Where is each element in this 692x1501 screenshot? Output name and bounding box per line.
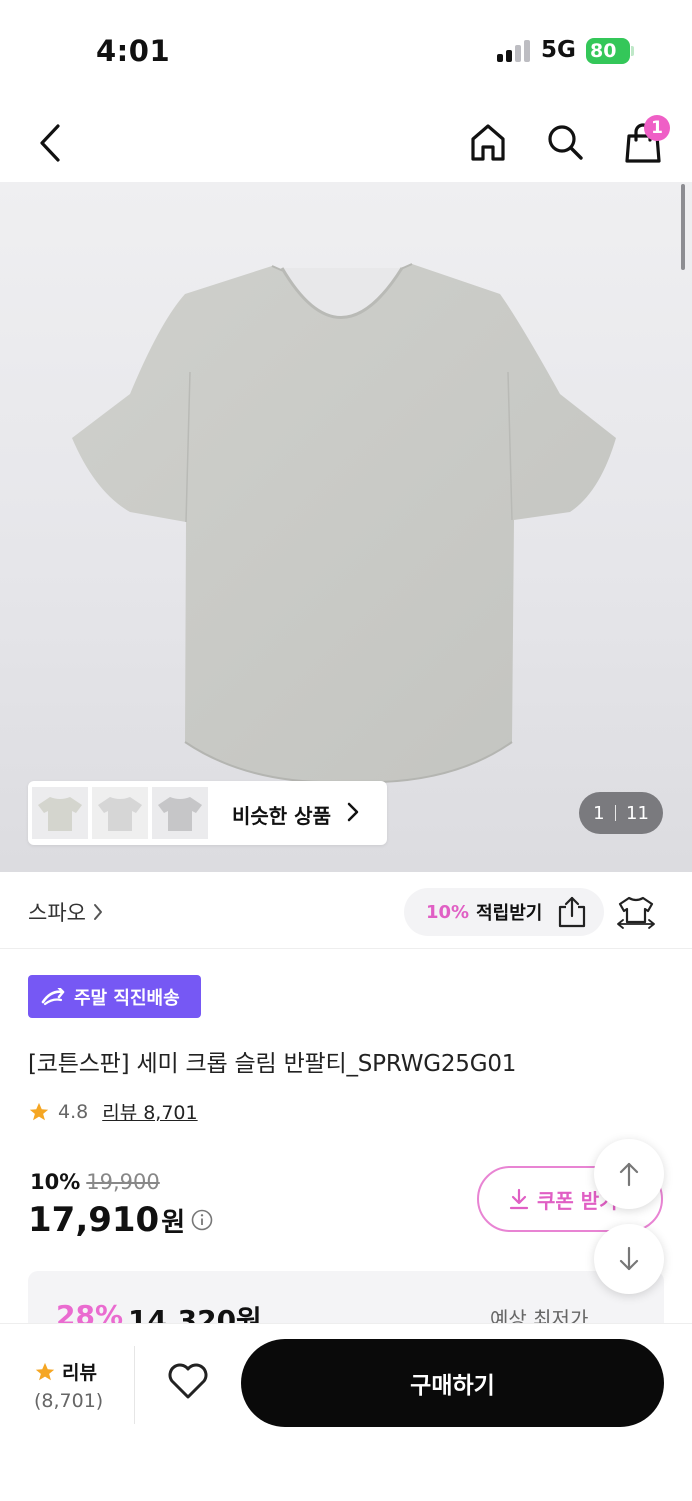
rating-row: 4.8 리뷰 8,701: [28, 1098, 198, 1125]
page-separator: [614, 805, 617, 821]
star-icon: [35, 1362, 55, 1380]
scroll-up-button[interactable]: [594, 1139, 664, 1209]
star-icon: [29, 1102, 49, 1120]
home-icon: [471, 124, 505, 161]
tshirt-photo: [72, 263, 616, 784]
delivery-arrow-icon: [41, 987, 65, 1005]
cart-count-badge: 1: [644, 115, 670, 141]
image-page-indicator: 1 11: [579, 792, 663, 834]
chevron-right-icon: [347, 802, 359, 822]
tshirt-fitting-icon: [617, 896, 655, 929]
back-button[interactable]: [30, 120, 70, 166]
price-unit: 원: [161, 1208, 186, 1238]
page-current: 1: [593, 802, 605, 824]
bottom-review-button[interactable]: 리뷰: [34, 1358, 97, 1385]
status-time: 4:01: [96, 34, 171, 68]
home-button[interactable]: [466, 120, 510, 164]
share-button[interactable]: [552, 892, 592, 932]
similar-thumb-2: [92, 787, 148, 839]
chevron-left-icon: [40, 124, 60, 162]
brand-link[interactable]: 스파오: [28, 897, 104, 927]
divider: [134, 1346, 135, 1424]
buy-button[interactable]: 구매하기: [241, 1339, 664, 1427]
bottom-action-bar: 리뷰 (8,701) 구매하기: [0, 1323, 692, 1501]
fitting-button[interactable]: [614, 892, 658, 932]
price-value: 17,910: [28, 1200, 160, 1240]
page-total: 11: [626, 802, 649, 824]
heart-icon: [168, 1363, 208, 1399]
sale-price: 17,910 원: [28, 1200, 213, 1240]
scroll-down-button[interactable]: [594, 1224, 664, 1294]
similar-products-label: 비슷한 상품: [232, 804, 331, 828]
bottom-review-count: (8,701): [34, 1390, 104, 1412]
delivery-badge-label: 주말 직진배송: [74, 987, 180, 1009]
product-image[interactable]: [0, 182, 692, 872]
delivery-badge: 주말 직진배송: [28, 975, 201, 1018]
similar-products-button[interactable]: 비슷한 상품: [28, 781, 387, 845]
brand-name: 스파오: [28, 901, 86, 925]
similar-thumb-3: [152, 787, 208, 839]
signal-icon: [497, 40, 531, 62]
battery-icon: 80: [586, 38, 630, 64]
share-icon: [558, 896, 586, 928]
chevron-right-icon: [93, 904, 102, 920]
reward-label: 적립받기: [476, 903, 543, 924]
search-button[interactable]: [543, 120, 587, 164]
rating-score: 4.8: [58, 1100, 89, 1123]
battery-tip: [631, 46, 634, 56]
discount-row: 10% 19,900: [30, 1170, 160, 1194]
download-icon: [509, 1188, 529, 1210]
original-price: 19,900: [86, 1170, 160, 1194]
search-icon: [548, 125, 583, 160]
similar-thumb-1: [32, 787, 88, 839]
product-title: [코튼스판] 세미 크롭 슬림 반팔티_SPRWG25G01: [28, 1051, 517, 1077]
arrow-up-icon: [619, 1162, 639, 1187]
arrow-down-icon: [619, 1246, 639, 1271]
battery-level: 80: [590, 40, 617, 62]
wishlist-button[interactable]: [167, 1362, 209, 1404]
divider: [0, 948, 692, 949]
review-link[interactable]: 리뷰 8,701: [102, 1098, 197, 1125]
info-icon[interactable]: [191, 1209, 213, 1231]
discount-percent: 10%: [30, 1170, 81, 1194]
network-label: 5G: [541, 37, 576, 63]
bottom-review-label: 리뷰: [62, 1362, 97, 1384]
scrollbar[interactable]: [681, 184, 685, 270]
reward-percent: 10%: [426, 901, 470, 923]
